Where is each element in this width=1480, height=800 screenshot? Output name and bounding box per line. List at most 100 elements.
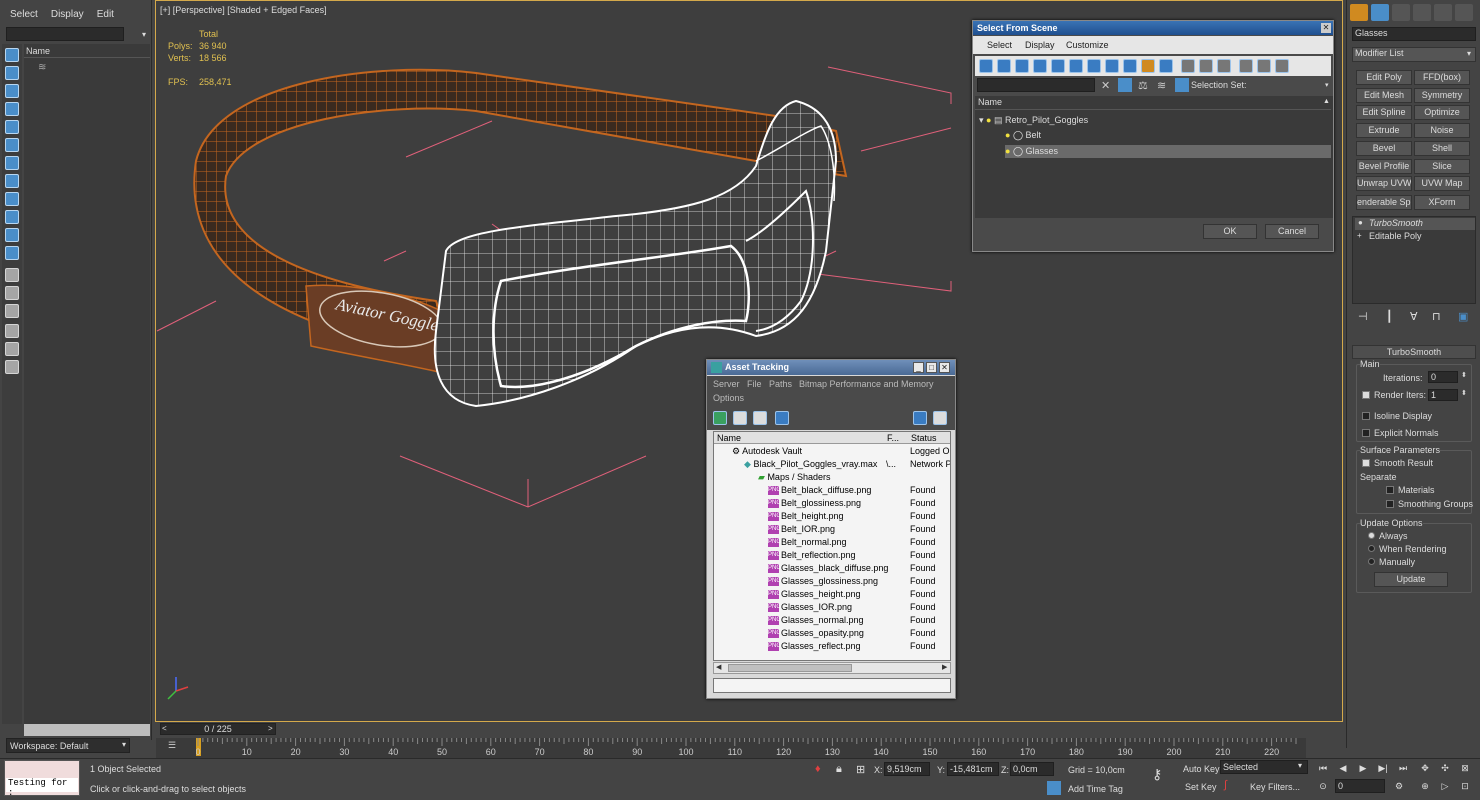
explorer-search-input[interactable]: [6, 27, 124, 41]
previous-frame-icon[interactable]: ◀: [1336, 761, 1350, 775]
column-name[interactable]: Name: [717, 433, 741, 443]
y-coord-field[interactable]: -15,481cm: [947, 762, 999, 776]
when-rendering-radio[interactable]: [1368, 545, 1375, 552]
show-end-result-icon[interactable]: ┃: [1386, 310, 1393, 323]
set-key-button[interactable]: Set Key: [1185, 782, 1217, 792]
explorer-menu-display[interactable]: Display: [51, 9, 84, 20]
sfs-filter-toggle-icon[interactable]: [1118, 78, 1132, 92]
display-none-icon[interactable]: [5, 48, 19, 62]
explorer-menu-select[interactable]: Select: [10, 9, 38, 20]
asset-table-hscrollbar[interactable]: ◀ ▶: [713, 662, 951, 674]
table-row[interactable]: PNGGlasses_IOR.png Found: [714, 601, 950, 614]
table-row[interactable]: PNGGlasses_black_diffuse.png Found: [714, 562, 950, 575]
iterations-spinner[interactable]: 0: [1428, 371, 1458, 383]
table-row[interactable]: PNGBelt_glossiness.png Found: [714, 497, 950, 510]
table-view-icon[interactable]: [775, 411, 789, 425]
modifier-renderable-spline-button[interactable]: enderable Splin: [1356, 195, 1412, 210]
at-menu-options[interactable]: Options: [713, 393, 744, 403]
modifier-ffd-box-button[interactable]: FFD(box): [1414, 70, 1470, 85]
isoline-display-checkbox[interactable]: [1362, 412, 1370, 420]
hierarchy-tab-icon[interactable]: [1392, 4, 1410, 21]
modifier-edit-mesh-button[interactable]: Edit Mesh: [1356, 88, 1412, 103]
table-row[interactable]: PNGGlasses_height.png Found: [714, 588, 950, 601]
modifier-bevel-profile-button[interactable]: Bevel Profile: [1356, 159, 1412, 174]
turbosmooth-rollout-title[interactable]: TurboSmooth: [1352, 345, 1476, 359]
sfs-display-frozen-icon[interactable]: [1159, 59, 1173, 73]
table-row[interactable]: PNGGlasses_opasity.png Found: [714, 627, 950, 640]
sfs-display-containers-icon[interactable]: [1141, 59, 1155, 73]
zoom-icon[interactable]: ⊕: [1418, 779, 1432, 793]
sfs-display-lights-icon[interactable]: [1015, 59, 1029, 73]
close-icon[interactable]: ✕: [939, 362, 950, 373]
maxscript-input[interactable]: Testing for :: [6, 778, 78, 798]
explorer-menu-edit[interactable]: Edit: [97, 9, 114, 20]
absolute-mode-icon[interactable]: ⊞: [856, 763, 865, 776]
modifier-extrude-button[interactable]: Extrude: [1356, 123, 1412, 138]
ok-button[interactable]: OK: [1203, 224, 1257, 239]
search-dropdown-icon[interactable]: ▾: [142, 30, 146, 39]
scroll-right-icon[interactable]: ▶: [942, 663, 947, 671]
modifier-bevel-button[interactable]: Bevel: [1356, 141, 1412, 156]
set-key-mode-icon[interactable]: ⚷: [1152, 766, 1162, 783]
at-menu-paths[interactable]: Paths: [769, 379, 792, 389]
modifier-enable-bulb-icon[interactable]: ●: [1358, 218, 1363, 227]
at-menu-bitmap-performance[interactable]: Bitmap Performance and Memory: [799, 379, 934, 389]
default-in-out-tangent-icon[interactable]: ∫: [1224, 779, 1227, 791]
sfs-column-name[interactable]: Name: [975, 97, 1331, 110]
table-row[interactable]: PNGBelt_IOR.png Found: [714, 523, 950, 536]
utilities-tab-icon[interactable]: [1455, 4, 1473, 21]
render-iters-checkbox[interactable]: [1362, 391, 1370, 399]
iterations-spinner-arrows-icon[interactable]: ⬍: [1461, 371, 1467, 379]
modifier-edit-spline-button[interactable]: Edit Spline: [1356, 105, 1412, 120]
invert-display-icon[interactable]: [5, 304, 19, 318]
context-help-icon[interactable]: [933, 411, 947, 425]
key-mode-icon[interactable]: ⊙: [1316, 779, 1330, 793]
time-prev-icon[interactable]: <: [162, 724, 167, 733]
curve-editor-icon[interactable]: ☰: [168, 740, 176, 751]
make-unique-icon[interactable]: ∀: [1410, 310, 1418, 323]
table-row[interactable]: PNGGlasses_normal.png Found: [714, 614, 950, 627]
tree-row-glasses[interactable]: ● ◯ Glasses: [1005, 145, 1331, 158]
help-icon[interactable]: [913, 411, 927, 425]
stack-item-turbosmooth[interactable]: TurboSmooth: [1355, 218, 1475, 230]
table-row[interactable]: PNGBelt_reflection.png Found: [714, 549, 950, 562]
display-lights-icon[interactable]: [5, 102, 19, 116]
x-coord-field[interactable]: 9,519cm: [884, 762, 930, 776]
table-row[interactable]: PNGBelt_black_diffuse.png Found: [714, 484, 950, 497]
manually-radio[interactable]: [1368, 558, 1375, 565]
time-configuration-icon[interactable]: ⚙: [1392, 779, 1406, 793]
modifier-symmetry-button[interactable]: Symmetry: [1414, 88, 1470, 103]
list-view-icon[interactable]: [733, 411, 747, 425]
cancel-button[interactable]: Cancel: [1265, 224, 1319, 239]
modifier-noise-button[interactable]: Noise: [1414, 123, 1470, 138]
smoothing-groups-checkbox[interactable]: [1386, 500, 1394, 508]
workspace-dropdown-icon[interactable]: ▾: [122, 740, 126, 749]
time-slider[interactable]: 0 / 225: [160, 723, 276, 735]
sfs-display-geometry-icon[interactable]: [979, 59, 993, 73]
table-row[interactable]: PNGGlasses_reflect.png Found: [714, 640, 950, 653]
sfs-display-cameras-icon[interactable]: [1033, 59, 1047, 73]
sfs-collapse-icon[interactable]: [1275, 59, 1289, 73]
key-selection-dropdown-icon[interactable]: ▾: [1298, 761, 1302, 770]
sfs-menu-select[interactable]: Select: [987, 40, 1012, 50]
sfs-display-groups-icon[interactable]: [1087, 59, 1101, 73]
key-selection-dropdown[interactable]: Selected: [1220, 760, 1308, 774]
modifier-list-dropdown[interactable]: Modifier List: [1352, 47, 1476, 62]
explorer-column-name[interactable]: Name: [24, 46, 150, 58]
current-frame-field[interactable]: 0: [1335, 779, 1385, 793]
sfs-sort-icon[interactable]: ⚖: [1138, 79, 1148, 92]
selection-set-dropdown-icon[interactable]: ▾: [1325, 81, 1329, 89]
asset-row-vault[interactable]: ⚙ Autodesk Vault Logged Out: [714, 445, 950, 458]
field-of-view-icon[interactable]: ▷: [1438, 779, 1452, 793]
sfs-menu-customize[interactable]: Customize: [1066, 40, 1109, 50]
remove-modifier-icon[interactable]: ⊓: [1432, 310, 1441, 323]
viewport-label[interactable]: [+] [Perspective] [Shaded + Edged Faces]: [160, 5, 327, 15]
update-button[interactable]: Update: [1374, 572, 1448, 587]
modifier-optimize-button[interactable]: Optimize: [1414, 105, 1470, 120]
modifier-list-dropdown-icon[interactable]: ▾: [1467, 49, 1471, 58]
modify-tab-icon[interactable]: [1371, 4, 1389, 21]
modifier-xform-button[interactable]: XForm: [1414, 195, 1470, 210]
render-iters-spinner-arrows-icon[interactable]: ⬍: [1461, 389, 1467, 397]
display-frozen-icon[interactable]: [5, 246, 19, 260]
light-bulb-icon[interactable]: ●: [986, 115, 991, 125]
